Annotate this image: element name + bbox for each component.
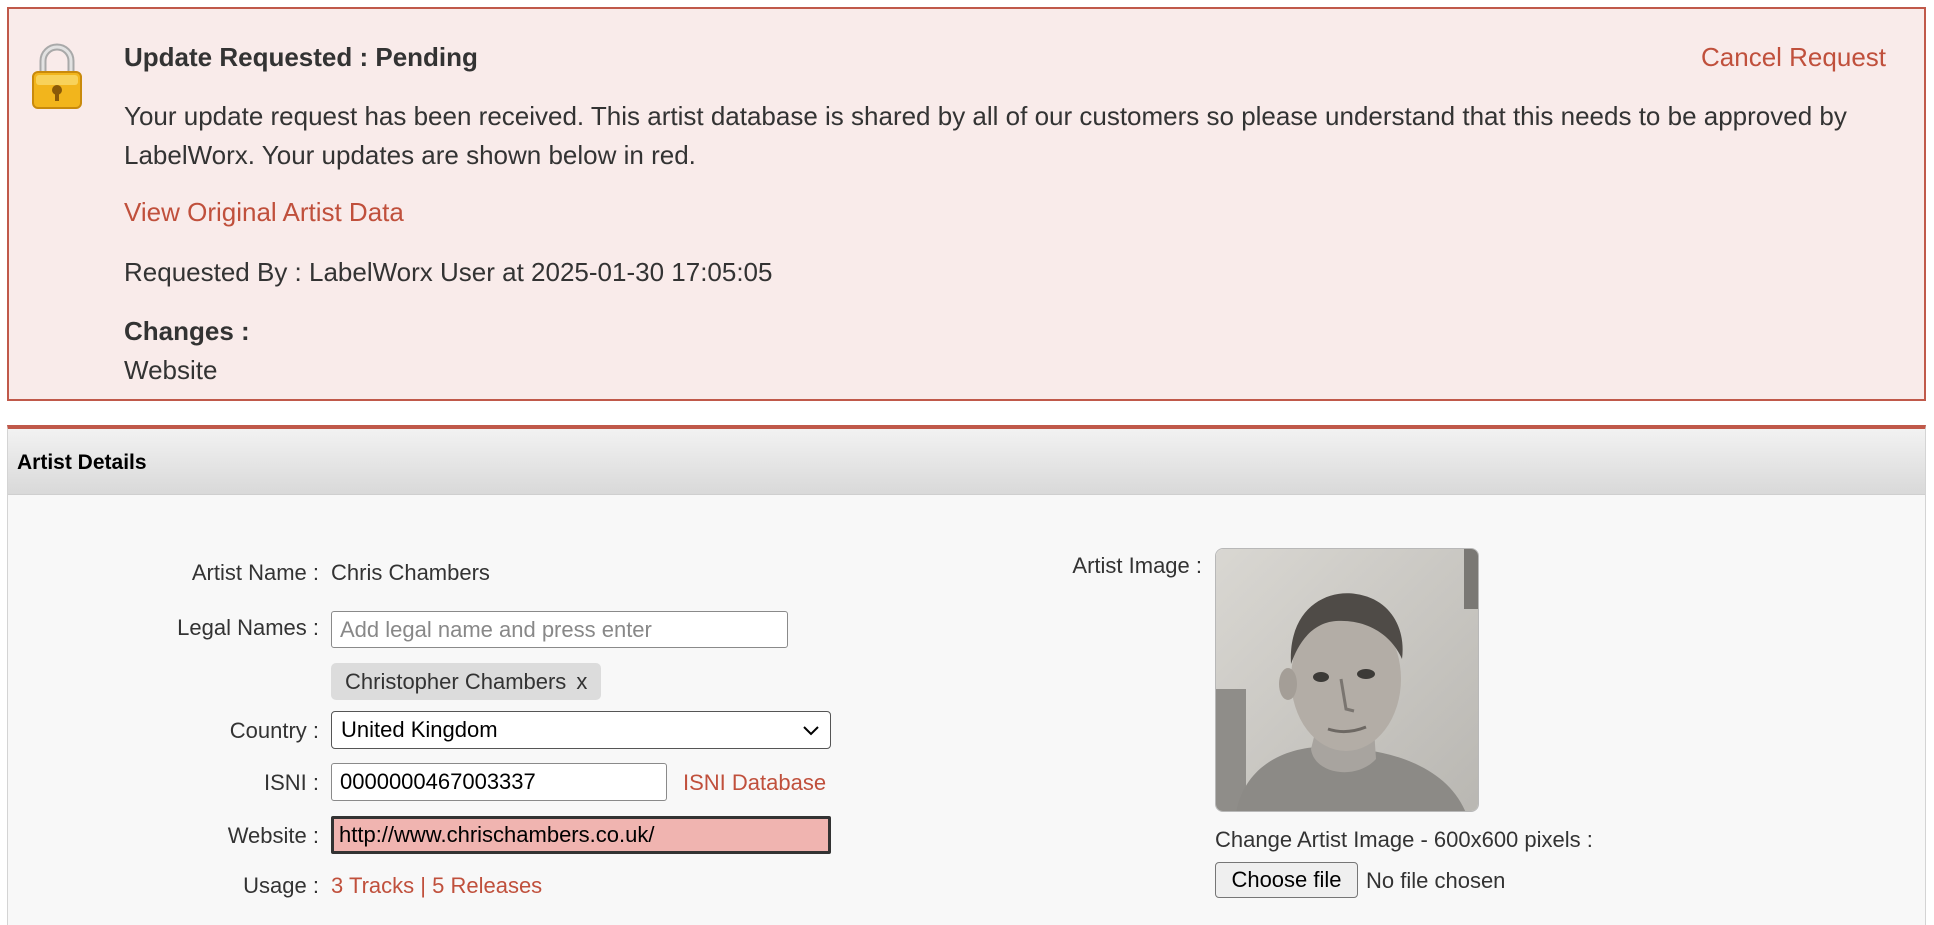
country-select[interactable]: United Kingdom (331, 711, 831, 749)
panel-header: Artist Details (8, 429, 1925, 495)
artist-name-value: Chris Chambers (331, 560, 490, 585)
artist-photo (1215, 548, 1479, 812)
view-original-data-link[interactable]: View Original Artist Data (124, 197, 404, 228)
website-label: Website : (227, 823, 319, 848)
choose-file-button[interactable]: Choose file (1215, 862, 1358, 898)
usage-links: 3 Tracks | 5 Releases (331, 873, 542, 899)
usage-label: Usage : (243, 873, 319, 898)
no-file-chosen-text: No file chosen (1366, 868, 1506, 893)
isni-input[interactable] (331, 763, 667, 801)
country-label: Country : (229, 718, 319, 743)
padlock-icon (32, 43, 82, 109)
changes-item: Website (124, 355, 218, 385)
isni-database-link[interactable]: ISNI Database (683, 770, 826, 796)
artist-name-label: Artist Name : (191, 560, 319, 585)
legal-name-input[interactable] (331, 611, 788, 648)
update-request-notice: Update Requested : Pending Cancel Reques… (7, 7, 1926, 401)
website-input[interactable] (331, 816, 831, 854)
legal-name-tag: Christopher Chambers x (331, 663, 602, 700)
legal-names-label: Legal Names : (177, 615, 319, 640)
remove-tag-button[interactable]: x (576, 669, 587, 695)
usage-tracks-link[interactable]: 3 Tracks (331, 873, 414, 898)
isni-label: ISNI : (263, 770, 319, 795)
notice-message: Your update request has been received. T… (124, 101, 1847, 170)
panel-title: Artist Details (17, 451, 147, 474)
legal-name-tag-label: Christopher Chambers (345, 668, 567, 694)
country-selected-value: United Kingdom (341, 717, 498, 742)
usage-separator: | (420, 873, 426, 898)
changes-heading: Changes : (124, 316, 250, 346)
cancel-request-link[interactable]: Cancel Request (1701, 42, 1886, 73)
requested-by-text: Requested By : LabelWorx User at 2025-01… (124, 257, 773, 287)
notice-title: Update Requested : Pending (124, 42, 478, 72)
usage-releases-link[interactable]: 5 Releases (432, 873, 542, 898)
chevron-down-icon (803, 726, 819, 736)
change-image-label: Change Artist Image - 600x600 pixels : (1215, 827, 1593, 852)
artist-image-label: Artist Image : (1072, 553, 1202, 578)
artist-details-panel: Artist Details (7, 425, 1926, 925)
